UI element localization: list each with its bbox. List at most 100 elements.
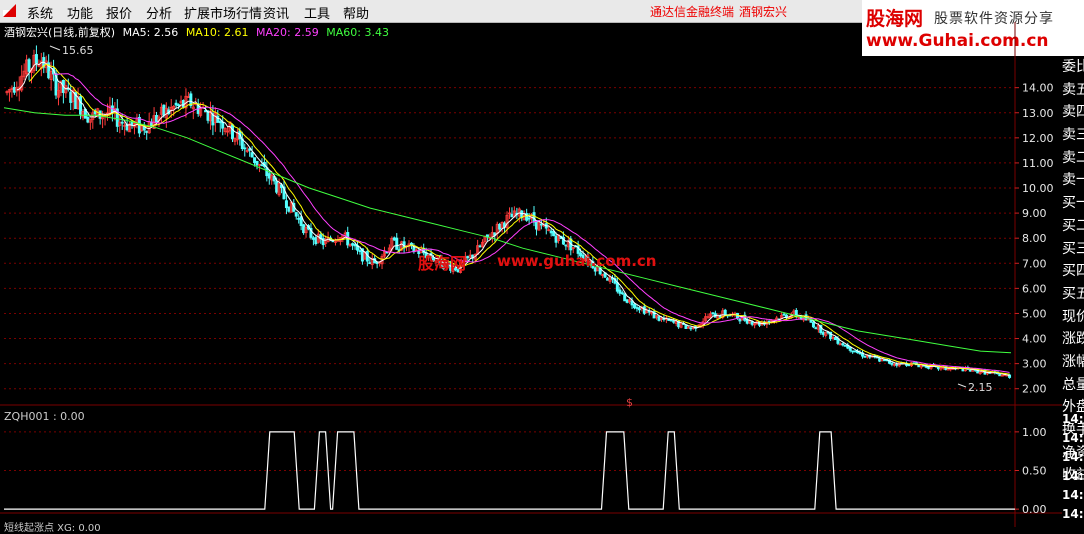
candle	[694, 325, 698, 332]
ma5-value: MA5: 2.56	[122, 26, 179, 39]
ma20-value: MA20: 2.59	[256, 26, 319, 39]
overlay-watermark-site: 股海网	[418, 254, 467, 273]
candle	[101, 110, 105, 129]
candle-body	[863, 355, 867, 358]
candle-body	[69, 91, 73, 103]
candle-body	[834, 337, 838, 341]
candle-body	[351, 243, 355, 246]
indicator-info-bar: 酒钢宏兴(日线,前复权) MA5: 2.56 MA10: 2.61 MA20: …	[4, 24, 393, 40]
candle	[208, 101, 212, 130]
candle	[615, 278, 619, 294]
candle	[534, 220, 538, 236]
candle-body	[255, 160, 259, 166]
quote-panel-item: 委比	[1062, 59, 1084, 75]
candle-body	[539, 223, 543, 226]
candle-body	[618, 289, 622, 294]
low-pointer	[957, 383, 967, 388]
candle	[267, 170, 271, 185]
time-tick-label: 14:	[1062, 450, 1084, 464]
candle-body	[294, 212, 298, 217]
candle	[620, 290, 624, 296]
time-tick-label: 14:	[1062, 431, 1084, 445]
candle	[863, 355, 867, 358]
candle-body	[392, 237, 396, 241]
time-tick-label: 14:	[1062, 412, 1084, 426]
candle	[485, 234, 489, 241]
candle-body	[34, 54, 38, 64]
candle	[294, 211, 298, 220]
candle	[704, 313, 708, 324]
candle	[985, 371, 989, 376]
candle-body	[968, 369, 972, 372]
candle	[243, 143, 247, 157]
candle	[476, 239, 480, 255]
signal-marker: $	[626, 396, 633, 409]
candle	[843, 344, 847, 347]
quote-panel-item: 总量	[1062, 376, 1084, 393]
candle	[5, 90, 9, 96]
candle	[814, 326, 818, 330]
candle	[235, 128, 239, 145]
candle-body	[625, 299, 629, 303]
quote-panel-item: 现价	[1062, 308, 1084, 325]
candle	[706, 313, 710, 319]
candle-body	[297, 217, 301, 220]
quote-panel-item: 买三	[1062, 240, 1084, 257]
candle-body	[883, 359, 887, 362]
sub-y-tick-label: 0.00	[1022, 503, 1047, 516]
candle-body	[711, 312, 715, 315]
candle	[34, 45, 38, 72]
quote-panel-item: 涨幅	[1062, 353, 1084, 370]
candle	[56, 82, 60, 106]
candle	[517, 207, 521, 223]
candle	[135, 113, 139, 129]
candle	[510, 207, 514, 218]
candle	[284, 195, 288, 215]
candle-body	[564, 244, 568, 247]
y-tick-label: 4.00	[1022, 333, 1047, 346]
candle	[216, 109, 220, 123]
candle	[860, 350, 864, 359]
candle	[1000, 374, 1004, 377]
candle-body	[218, 121, 222, 124]
candle-body	[821, 332, 825, 335]
candle	[20, 65, 24, 93]
sub-y-tick-label: 1.00	[1022, 426, 1047, 439]
candle-body	[243, 147, 247, 150]
candle-body	[145, 130, 149, 133]
candle	[370, 253, 374, 270]
candle	[12, 81, 16, 95]
quote-panel-item: 卖五	[1062, 81, 1084, 98]
candle	[368, 258, 372, 265]
y-tick-label: 3.00	[1022, 358, 1047, 371]
candle-body	[260, 164, 264, 167]
candle	[910, 361, 914, 368]
quote-panel-item: 买一	[1062, 195, 1084, 212]
candle-body	[250, 152, 254, 158]
y-tick-label: 11.00	[1022, 157, 1054, 170]
low-annotation: 2.15	[968, 381, 993, 394]
candle	[255, 160, 259, 170]
candle-body	[843, 344, 847, 347]
candle-body	[177, 104, 181, 107]
candle-body	[155, 115, 159, 123]
quote-panel-item: 买二	[1062, 217, 1084, 234]
quote-panel-item: 卖二	[1062, 149, 1084, 166]
candle	[478, 244, 482, 248]
candle-body	[358, 250, 362, 252]
sub-indicator-label: ZQH001 : 0.00	[4, 410, 85, 423]
candle-body	[527, 217, 531, 220]
sub-y-tick-label: 0.50	[1022, 465, 1047, 478]
y-tick-label: 6.00	[1022, 282, 1047, 295]
y-tick-label: 9.00	[1022, 207, 1047, 220]
candle	[348, 243, 352, 247]
candle-body	[848, 346, 852, 351]
candle	[61, 79, 65, 104]
price-axis: 14.00 13.00 12.00 11.00 10.00 9.00 8.00 7.00 6.0…	[1014, 22, 1054, 527]
ma20-line	[53, 73, 1010, 373]
candle-body	[221, 121, 225, 129]
ma5-line	[16, 61, 1010, 377]
candle	[245, 146, 249, 154]
candle	[159, 103, 163, 124]
overlay-watermark-url: www.guhai.com.cn	[497, 252, 657, 270]
